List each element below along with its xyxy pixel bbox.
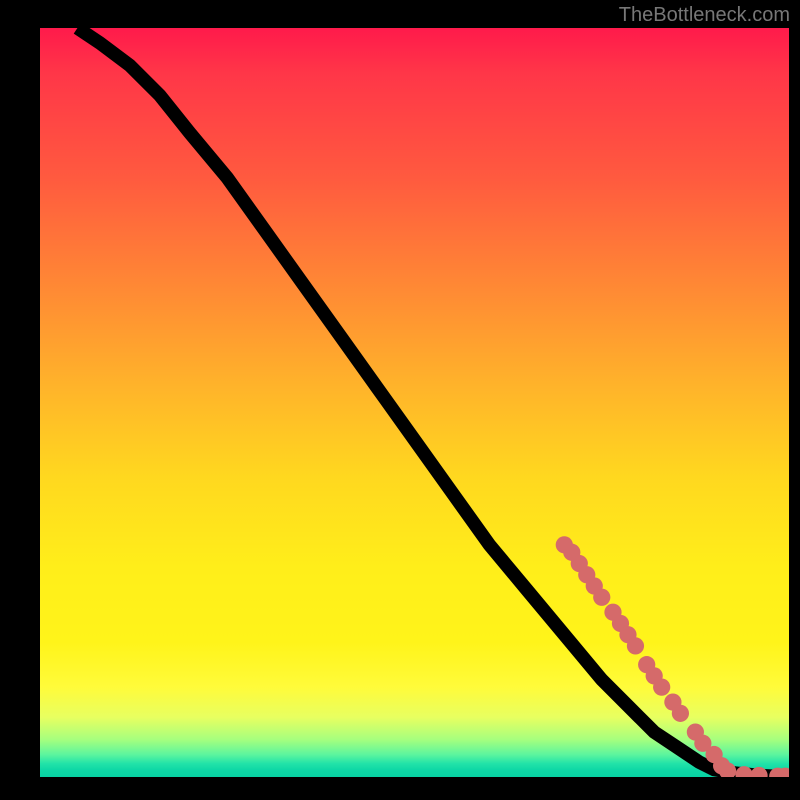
chart-svg (40, 28, 789, 777)
data-marker (593, 589, 610, 606)
plot-area (40, 28, 789, 777)
data-marker (653, 679, 670, 696)
attribution-text: TheBottleneck.com (619, 4, 790, 27)
data-marker (627, 637, 644, 654)
data-marker (672, 705, 689, 722)
chart-container: TheBottleneck.com (0, 0, 800, 800)
bottleneck-curve (77, 28, 789, 777)
